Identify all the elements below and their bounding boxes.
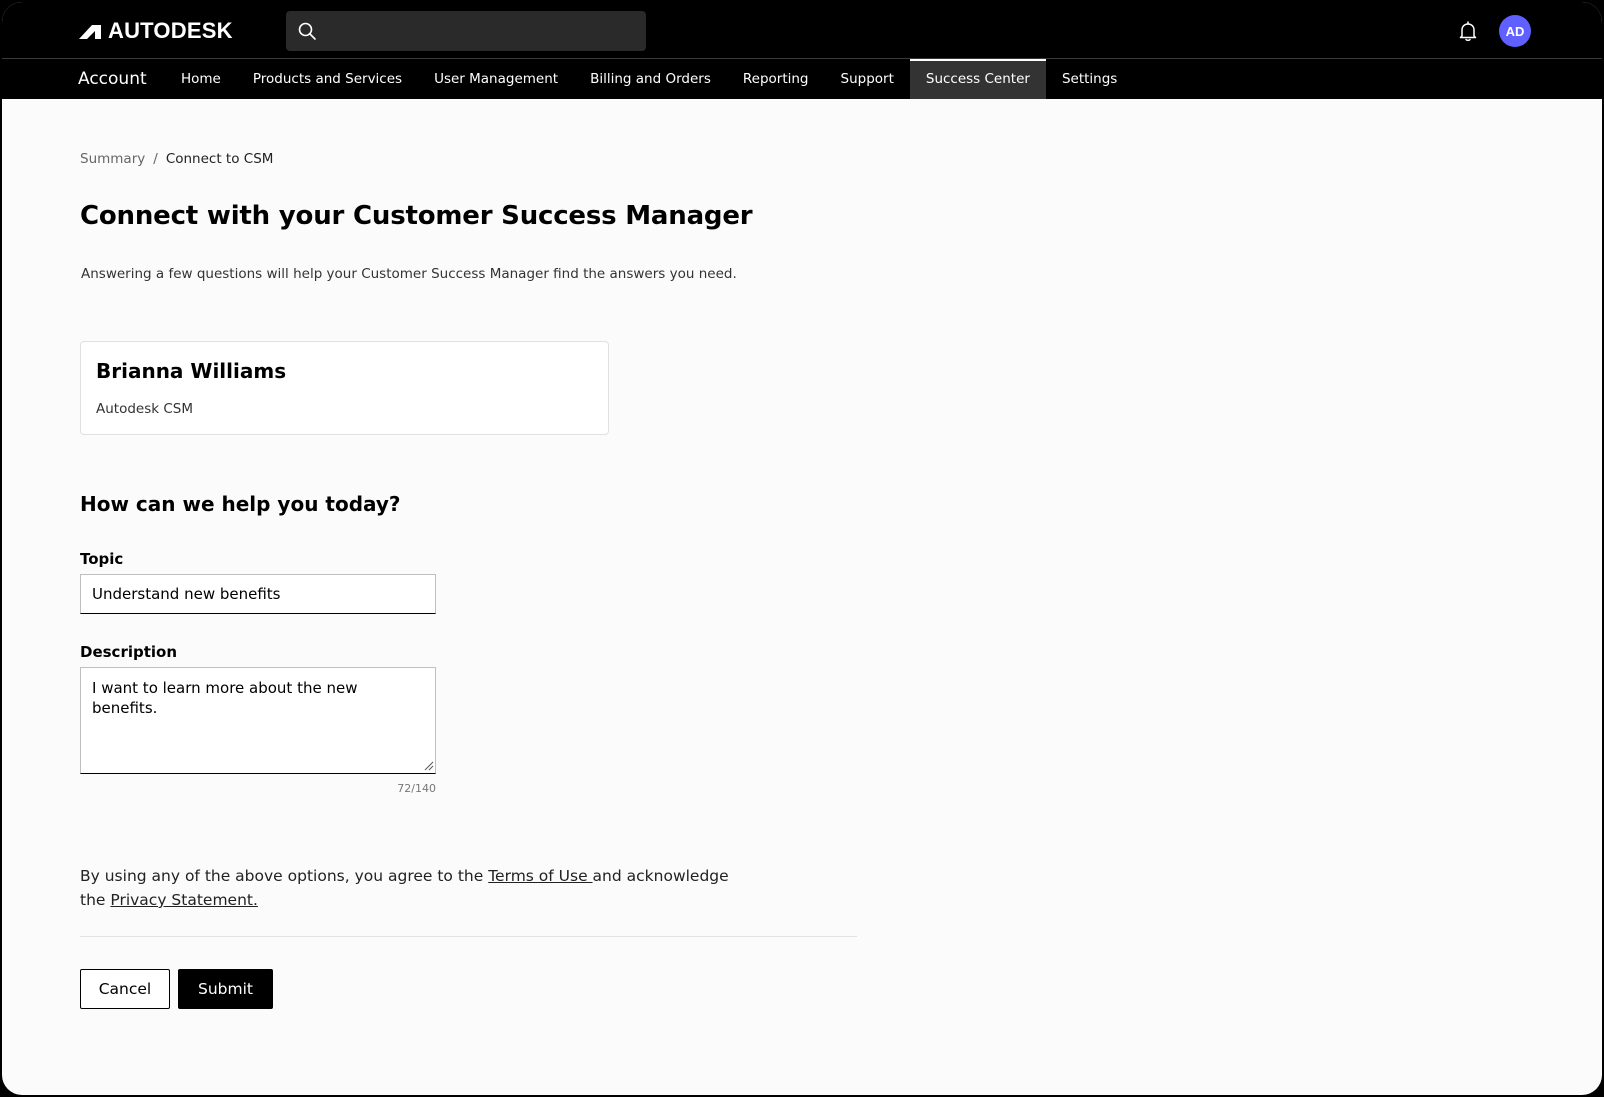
autodesk-logo-icon bbox=[79, 25, 101, 39]
cancel-button[interactable]: Cancel bbox=[80, 969, 170, 1009]
nav-item-support[interactable]: Support bbox=[825, 59, 910, 99]
breadcrumb-current: Connect to CSM bbox=[165, 151, 274, 167]
avatar[interactable]: AD bbox=[1499, 15, 1531, 47]
csm-card: Brianna Williams Autodesk CSM bbox=[80, 341, 609, 435]
autodesk-logo[interactable]: AUTODESK bbox=[78, 18, 233, 43]
top-header: AUTODESK AD bbox=[2, 2, 1602, 59]
legal-prefix: By using any of the above options, you a… bbox=[80, 867, 489, 885]
screen: AUTODESK AD Account Home Products and Se… bbox=[2, 2, 1602, 1095]
description-label: Description bbox=[80, 643, 178, 661]
page-title: Connect with your Customer Success Manag… bbox=[80, 201, 753, 231]
nav-item-home[interactable]: Home bbox=[165, 59, 237, 99]
bell-icon[interactable] bbox=[1456, 19, 1480, 43]
search-icon bbox=[298, 22, 316, 40]
search-bar[interactable] bbox=[286, 11, 646, 51]
terms-of-use-link[interactable]: Terms of Use bbox=[488, 867, 592, 885]
submit-button[interactable]: Submit bbox=[178, 969, 273, 1009]
nav-items: Home Products and Services User Manageme… bbox=[165, 59, 1133, 99]
breadcrumb-summary[interactable]: Summary bbox=[80, 151, 145, 167]
breadcrumb: Summary / Connect to CSM bbox=[80, 151, 273, 167]
nav-item-billing-and-orders[interactable]: Billing and Orders bbox=[574, 59, 727, 99]
nav-item-user-management[interactable]: User Management bbox=[418, 59, 574, 99]
nav-brand[interactable]: Account bbox=[78, 59, 147, 99]
nav-item-products-and-services[interactable]: Products and Services bbox=[237, 59, 418, 99]
form-heading: How can we help you today? bbox=[80, 492, 401, 516]
nav-item-reporting[interactable]: Reporting bbox=[727, 59, 825, 99]
nav-item-success-center[interactable]: Success Center bbox=[909, 59, 1046, 99]
topic-label: Topic bbox=[80, 550, 124, 568]
character-counter: 72/140 bbox=[397, 782, 436, 795]
main-nav: Account Home Products and Services User … bbox=[2, 59, 1602, 99]
brand-name: AUTODESK bbox=[108, 18, 233, 43]
resize-grip-icon[interactable] bbox=[424, 761, 434, 771]
privacy-statement-link[interactable]: Privacy Statement. bbox=[110, 891, 258, 909]
device-frame: AUTODESK AD Account Home Products and Se… bbox=[0, 0, 1604, 1097]
nav-item-settings[interactable]: Settings bbox=[1046, 59, 1133, 99]
breadcrumb-separator: / bbox=[153, 151, 158, 167]
page-intro: Answering a few questions will help your… bbox=[81, 266, 737, 282]
description-textarea[interactable]: I want to learn more about the new benef… bbox=[80, 667, 436, 774]
topic-input[interactable] bbox=[80, 574, 436, 614]
legal-notice: By using any of the above options, you a… bbox=[80, 864, 740, 912]
search-input[interactable] bbox=[326, 11, 636, 51]
csm-name: Brianna Williams bbox=[96, 359, 287, 383]
divider bbox=[80, 936, 857, 937]
csm-role: Autodesk CSM bbox=[96, 401, 194, 417]
